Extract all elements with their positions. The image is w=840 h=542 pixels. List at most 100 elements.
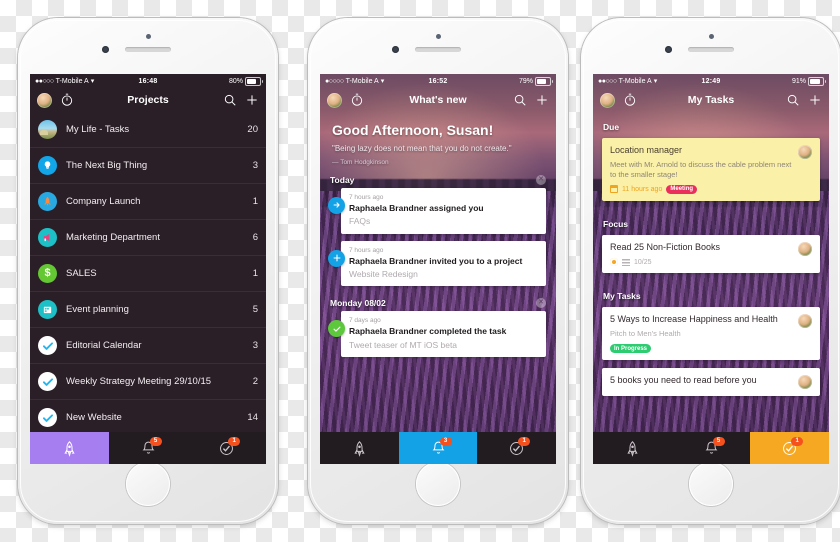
task-card[interactable]: Location manager Meet with Mr. Arnold to…: [602, 138, 820, 201]
earpiece-speaker: [125, 47, 171, 52]
task-description: Meet with Mr. Arnold to discuss the cabl…: [610, 160, 792, 179]
search-icon[interactable]: [513, 93, 527, 107]
search-icon[interactable]: [223, 93, 237, 107]
battery-icon: [535, 76, 553, 86]
section-label: Today: [330, 174, 355, 185]
close-icon[interactable]: ✕: [536, 174, 546, 185]
plus-icon[interactable]: [808, 93, 822, 107]
project-name: Event planning: [66, 304, 129, 315]
rocket-icon: [38, 192, 57, 211]
task-title: 5 Ways to Increase Happiness and Health: [610, 314, 778, 324]
battery-percent-label: 79%: [518, 77, 533, 85]
close-icon[interactable]: ✕: [536, 298, 546, 309]
list-item[interactable]: Company Launch 1: [30, 184, 266, 220]
tab-tasks[interactable]: 1: [750, 432, 829, 464]
activity-item[interactable]: 7 hours ago Raphaela Brandner assigned y…: [320, 187, 556, 241]
check-icon: [38, 408, 57, 427]
tasks-badge: 1: [228, 437, 241, 446]
timer-icon[interactable]: [350, 93, 364, 107]
status-bar: ●●○○○ T-Mobile A ▾ 16:48 80%: [30, 74, 266, 88]
avatar[interactable]: [600, 92, 615, 108]
nav-bar: What's new: [320, 88, 556, 112]
task-card[interactable]: Read 25 Non-Fiction Books 10/25: [602, 234, 820, 273]
plus-icon[interactable]: [245, 93, 259, 107]
tasks-badge: 1: [518, 437, 531, 446]
tab-tasks[interactable]: 1: [187, 432, 266, 464]
project-name: The Next Big Thing: [66, 160, 148, 171]
list-item[interactable]: Weekly Strategy Meeting 29/10/15 2: [30, 364, 266, 400]
task-progress: 10/25: [634, 258, 652, 266]
list-item[interactable]: New Website 14: [30, 400, 266, 436]
activity-item[interactable]: 7 hours ago Raphaela Brandner invited yo…: [320, 240, 556, 294]
battery-icon: [245, 76, 263, 86]
project-name: New Website: [66, 412, 122, 423]
photo-icon: [38, 120, 57, 139]
home-button[interactable]: [126, 462, 170, 506]
project-name: SALES: [66, 268, 97, 279]
section-label: My Tasks: [603, 291, 641, 301]
project-name: Weekly Strategy Meeting 29/10/15: [66, 376, 212, 387]
screen-projects: ●●○○○ T-Mobile A ▾ 16:48 80% Projects My…: [30, 74, 266, 464]
tab-projects[interactable]: [30, 432, 109, 464]
project-count: 20: [247, 124, 258, 135]
list-item[interactable]: Editorial Calendar 3: [30, 328, 266, 364]
greeting-author: — Tom Hodgkinson: [332, 158, 389, 166]
calendar-icon: [610, 185, 618, 194]
notification-badge: 5: [149, 437, 162, 446]
lightbulb-icon: [38, 156, 57, 175]
avatar[interactable]: [798, 314, 812, 328]
phone-whats-new: ●○○○○ T-Mobile A ▾ 16:52 79% What's new: [308, 18, 568, 524]
list-item[interactable]: The Next Big Thing 3: [30, 148, 266, 184]
timer-icon[interactable]: [60, 93, 74, 107]
task-card[interactable]: 5 Ways to Increase Happiness and Health …: [602, 307, 820, 360]
plus-icon[interactable]: [535, 93, 549, 107]
project-count: 2: [252, 376, 258, 387]
section-label: Monday 08/02: [330, 298, 386, 309]
home-button[interactable]: [416, 462, 460, 506]
timer-icon[interactable]: [623, 93, 637, 107]
list-item[interactable]: My Life - Tasks 20: [30, 112, 266, 148]
avatar[interactable]: [798, 241, 812, 256]
task-description: Pitch to Men's Health: [610, 329, 681, 339]
avatar[interactable]: [327, 92, 342, 108]
status-badge: In Progress: [610, 344, 652, 353]
activity-card[interactable]: 7 hours ago Raphaela Brandner invited yo…: [341, 240, 546, 287]
list-item[interactable]: Marketing Department 6: [30, 220, 266, 256]
activity-subject: Website Redesign: [349, 269, 418, 280]
activity-action: Raphaela Brandner assigned you: [349, 202, 484, 213]
megaphone-icon: [38, 228, 57, 247]
home-button[interactable]: [689, 462, 733, 506]
activity-time: 7 hours ago: [349, 193, 384, 201]
task-card[interactable]: 5 books you need to read before you: [602, 368, 820, 396]
greeting-block: Good Afternoon, Susan! "Being lazy does …: [320, 112, 556, 170]
phone-my-tasks: ●●○○○ T-Mobile A ▾ 12:49 91% My Tasks Du…: [581, 18, 840, 524]
project-count: 1: [252, 268, 258, 279]
task-title: Read 25 Non-Fiction Books: [610, 241, 721, 252]
dollar-icon: $: [38, 264, 57, 283]
project-name: Marketing Department: [66, 232, 160, 243]
project-count: 3: [252, 160, 258, 171]
task-title: Location manager: [610, 145, 683, 155]
avatar[interactable]: [798, 375, 812, 389]
activity-time: 7 days ago: [349, 317, 381, 325]
tab-notifications[interactable]: 5: [109, 432, 188, 464]
avatar[interactable]: [798, 145, 812, 159]
arrow-right-icon: [328, 196, 345, 214]
activity-action: Raphaela Brandner invited you to a proje…: [349, 255, 523, 266]
activity-card[interactable]: 7 days ago Raphaela Brandner completed t…: [341, 311, 546, 358]
activity-card[interactable]: 7 hours ago Raphaela Brandner assigned y…: [341, 187, 546, 234]
activity-item[interactable]: 7 days ago Raphaela Brandner completed t…: [320, 311, 556, 364]
tab-tasks[interactable]: 1: [477, 432, 556, 464]
list-item[interactable]: $ SALES 1: [30, 256, 266, 292]
tab-notifications[interactable]: 3: [398, 432, 478, 464]
project-count: 5: [252, 304, 258, 315]
nav-bar: My Tasks: [593, 88, 829, 112]
tab-projects[interactable]: [593, 432, 672, 464]
list-item[interactable]: Event planning 5: [30, 292, 266, 328]
tab-notifications[interactable]: 5: [672, 432, 751, 464]
tab-projects[interactable]: [320, 432, 399, 464]
avatar[interactable]: [37, 92, 52, 108]
battery-icon: [808, 76, 826, 86]
screen-whats-new: ●○○○○ T-Mobile A ▾ 16:52 79% What's new: [320, 74, 556, 464]
search-icon[interactable]: [786, 93, 800, 107]
